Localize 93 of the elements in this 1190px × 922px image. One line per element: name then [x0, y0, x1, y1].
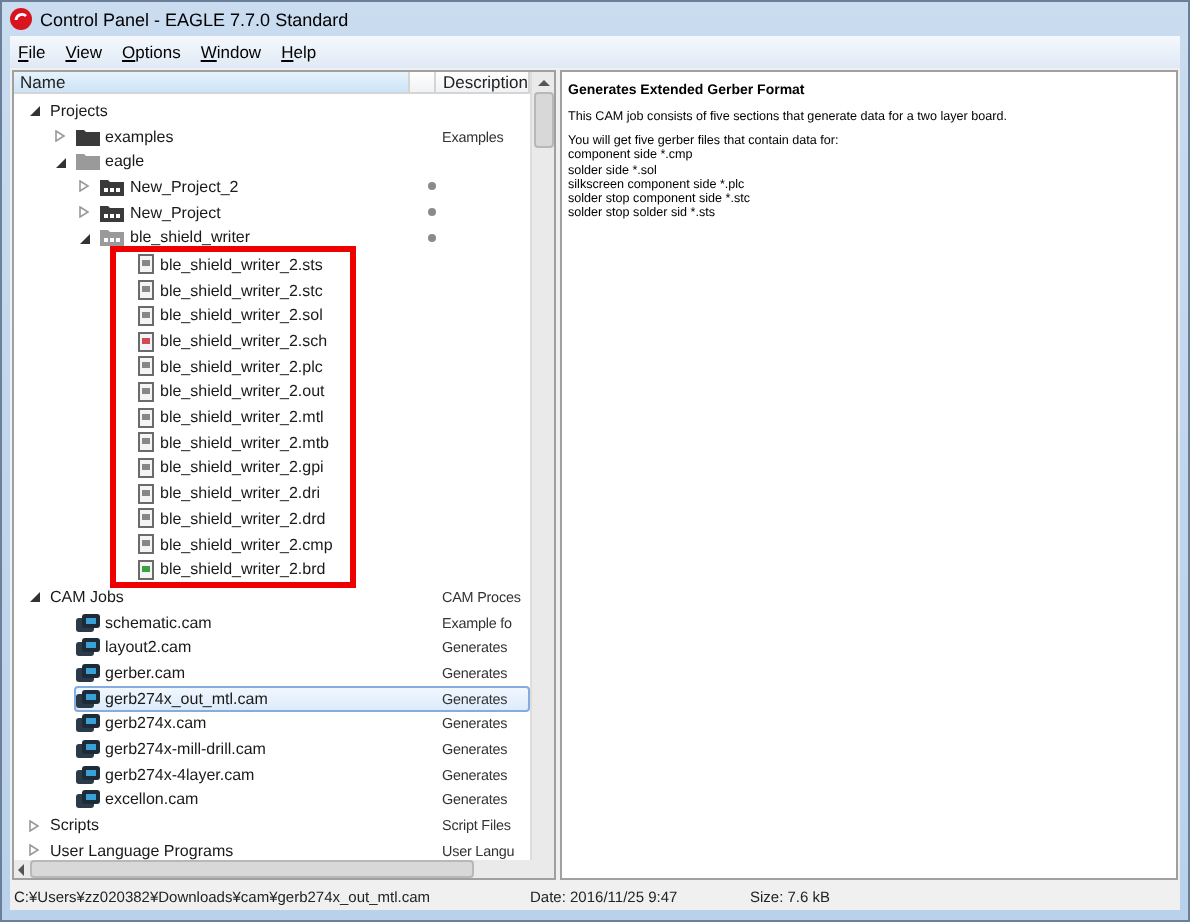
tree-item-label: ble_shield_writer_2.stc	[160, 281, 323, 300]
camera-icon	[75, 714, 99, 733]
column-header[interactable]: Name	[14, 72, 410, 92]
document-icon	[138, 407, 154, 428]
camera-icon	[75, 765, 99, 784]
document-icon	[138, 280, 154, 301]
tree-row[interactable]: ble_shield_writer_2.cmp	[136, 531, 455, 557]
tree-item-label: ble_shield_writer_2.sch	[160, 332, 328, 351]
tree-item-label: eagle	[105, 152, 145, 171]
project-folder-icon	[100, 203, 124, 222]
expand-arrow-icon[interactable]	[53, 130, 65, 143]
scrollbar-thumb[interactable]	[30, 860, 474, 878]
tree-item-label: CAM Jobs	[50, 587, 124, 606]
tree-row[interactable]: ble_shield_writer_2.dri	[136, 480, 455, 506]
camera-icon	[75, 613, 99, 632]
project-folder-icon	[100, 177, 124, 196]
tree-item-label: New_Project	[130, 203, 221, 222]
scrollbar-thumb[interactable]	[533, 92, 553, 148]
document-icon	[138, 432, 154, 453]
tree-item-label: gerb274x-mill-drill.cam	[105, 740, 266, 759]
app-logo-icon	[10, 8, 32, 30]
collapse-arrow-icon[interactable]	[28, 104, 40, 117]
collapse-arrow-icon[interactable]	[78, 231, 90, 244]
tree-row[interactable]: Projects	[48, 98, 530, 124]
tree-item-label: ble_shield_writer_2.plc	[160, 357, 323, 376]
tree-item-label: gerb274x.cam	[105, 714, 207, 733]
menu-item[interactable]: Options	[114, 42, 189, 62]
tree-row[interactable]: New_Project_2	[98, 174, 530, 200]
collapse-arrow-icon[interactable]	[53, 155, 65, 168]
tree-item-label: ble_shield_writer_2.sts	[160, 255, 323, 274]
document-icon	[138, 483, 154, 504]
camera-icon	[75, 663, 99, 682]
tree-row[interactable]: ble_shield_writer_2.sts	[136, 252, 455, 278]
window-title: Control Panel - EAGLE 7.7.0 Standard	[40, 9, 349, 29]
collapse-arrow-icon[interactable]	[28, 590, 40, 603]
tree-item-label: layout2.cam	[105, 638, 192, 657]
tree-row[interactable]: ble_shield_writer_2.brd	[136, 556, 455, 583]
tree-item-label: gerber.cam	[105, 663, 186, 682]
tree-item-label: ble_shield_writer_2.mtl	[160, 408, 324, 427]
tree-item-label: ble_shield_writer_2.gpi	[160, 458, 324, 477]
document-icon	[138, 331, 154, 352]
tree-item-label: schematic.cam	[105, 613, 212, 632]
menu-item[interactable]: View	[57, 42, 111, 62]
tree-row[interactable]: ble_shield_writer_2.sch	[136, 328, 455, 354]
tree-item-label: ble_shield_writer_2.drd	[160, 509, 326, 528]
menu-item[interactable]: Window	[192, 42, 270, 62]
document-icon	[138, 305, 154, 326]
camera-icon	[75, 790, 99, 809]
tree-row[interactable]: ble_shield_writer_2.sol	[136, 303, 455, 329]
tree-row[interactable]: ble_shield_writer_2.stc	[136, 277, 455, 303]
tree-item-label: ble_shield_writer_2.mtb	[160, 433, 329, 452]
camera-icon	[75, 740, 99, 759]
scroll-left-arrow-icon[interactable]	[14, 863, 30, 875]
tree-item-label: ble_shield_writer	[130, 228, 251, 247]
vertical-scrollbar[interactable]	[530, 72, 554, 860]
tree-item-label: ble_shield_writer_2.out	[160, 382, 325, 401]
document-icon	[138, 254, 154, 275]
tree-item-label: gerb274x_out_mtl.cam	[105, 689, 268, 708]
tree-row[interactable]: ble_shield_writer_2.plc	[136, 353, 455, 380]
column-header[interactable]: Description	[436, 72, 530, 92]
horizontal-scrollbar[interactable]	[14, 860, 554, 878]
tree-row[interactable]: ble_shield_writer_2.mtl	[136, 404, 455, 430]
tree-item-label: Projects	[50, 101, 108, 120]
menu-item[interactable]: Help	[273, 42, 325, 62]
tree-row[interactable]: ble_shield_writer_2.mtb	[136, 429, 455, 456]
tree-item-label: gerb274x-4layer.cam	[105, 765, 255, 784]
tree-item-label: ble_shield_writer_2.dri	[160, 484, 321, 503]
document-icon	[138, 457, 154, 478]
tree-item-label: ble_shield_writer_2.cmp	[160, 535, 333, 554]
tree-row[interactable]: ble_shield_writer_2.out	[136, 379, 455, 405]
folder-icon	[75, 127, 99, 146]
tree-item-label: User Language Programs	[50, 841, 234, 860]
document-icon	[138, 508, 154, 529]
camera-icon	[75, 638, 99, 657]
document-icon	[138, 559, 154, 580]
tree-item-label: Scripts	[50, 816, 99, 835]
tree-row[interactable]: ble_shield_writer	[98, 224, 530, 251]
menu-item[interactable]: File	[10, 42, 54, 62]
document-icon	[138, 534, 154, 555]
tree-row[interactable]: ble_shield_writer_2.drd	[136, 506, 455, 532]
folder-icon	[75, 152, 99, 171]
tree-item-label: New_Project_2	[130, 177, 239, 196]
document-icon	[138, 381, 154, 402]
tree-item-label: ble_shield_writer_2.sol	[160, 306, 323, 325]
document-icon	[138, 356, 154, 377]
camera-icon	[75, 689, 99, 708]
tree-row[interactable]: New_Project	[98, 199, 530, 225]
tree-item-label: examples	[105, 127, 174, 146]
tree-item-label: excellon.cam	[105, 790, 199, 809]
tree-item-label: ble_shield_writer_2.brd	[160, 560, 326, 579]
project-folder-icon	[100, 228, 124, 247]
tree-row[interactable]: ble_shield_writer_2.gpi	[136, 455, 455, 481]
tree-row[interactable]: eagle	[73, 148, 530, 175]
